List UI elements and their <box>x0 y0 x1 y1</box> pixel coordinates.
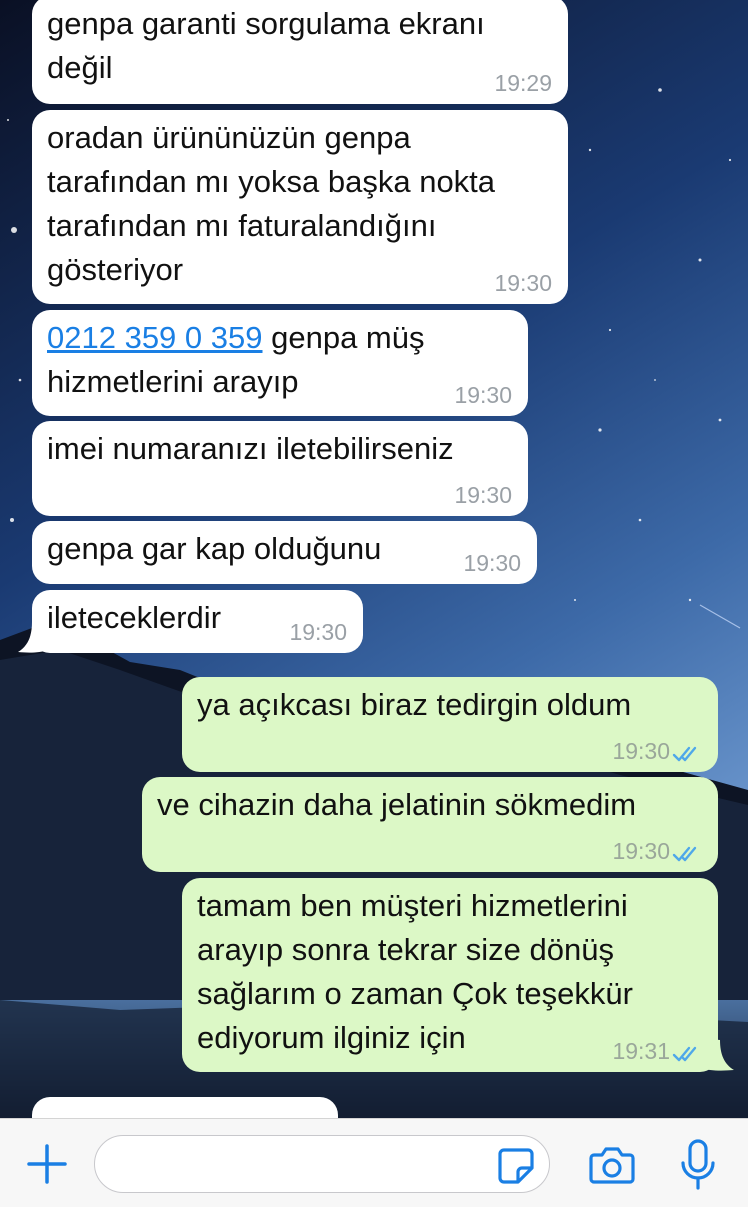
message-time: 19:31 <box>612 1038 670 1064</box>
outgoing-message[interactable]: ya açıkcası biraz tedirgin oldum 19:30 <box>182 677 718 772</box>
phone-number-link[interactable]: 0212 359 0 359 <box>47 320 263 355</box>
camera-icon[interactable] <box>588 1143 636 1187</box>
incoming-message[interactable]: 0212 359 0 359 genpa müş hizmetlerini ar… <box>32 310 528 416</box>
message-text: oradan ürününüzün genpa tarafından mı yo… <box>47 120 496 287</box>
message-time: 19:30 <box>612 738 670 764</box>
message-time: 19:30 <box>463 550 521 576</box>
incoming-message[interactable]: oradan ürününüzün genpa tarafından mı yo… <box>32 110 568 304</box>
message-composer <box>0 1118 748 1207</box>
read-double-check-icon <box>672 746 697 762</box>
message-text: tamam ben müşteri hizmetlerini arayıp so… <box>197 888 633 1055</box>
read-double-check-icon <box>672 1046 697 1062</box>
incoming-message[interactable]: imei numaranızı iletebilirseniz 19:30 <box>32 421 528 516</box>
message-time: 19:30 <box>612 838 670 864</box>
outgoing-message[interactable]: tamam ben müşteri hizmetlerini arayıp so… <box>182 878 718 1072</box>
message-text: genpa garanti sorgulama ekranı değil <box>47 6 485 85</box>
incoming-message-partial[interactable] <box>32 1097 338 1118</box>
incoming-message[interactable]: ileteceklerdir 19:30 <box>32 590 363 653</box>
sticker-icon[interactable] <box>496 1146 536 1186</box>
message-time: 19:29 <box>494 70 552 96</box>
incoming-message[interactable]: genpa garanti sorgulama ekranı değil 19:… <box>32 0 568 104</box>
message-time: 19:30 <box>454 482 512 508</box>
message-time: 19:30 <box>494 270 552 296</box>
message-time: 19:30 <box>289 619 347 645</box>
message-text: genpa gar kap olduğunu <box>47 531 382 566</box>
message-text: imei numaranızı iletebilirseniz <box>47 431 454 466</box>
microphone-icon[interactable] <box>678 1139 718 1191</box>
message-input[interactable] <box>94 1135 550 1193</box>
plus-icon[interactable] <box>26 1143 68 1185</box>
message-list[interactable]: genpa garanti sorgulama ekranı değil 19:… <box>0 0 748 1118</box>
message-text: ve cihazin daha jelatinin sökmedim <box>157 787 637 822</box>
read-double-check-icon <box>672 846 697 862</box>
message-time: 19:30 <box>454 382 512 408</box>
message-text: ileteceklerdir <box>47 600 222 635</box>
message-text: ya açıkcası biraz tedirgin oldum <box>197 687 632 722</box>
incoming-message[interactable]: genpa gar kap olduğunu 19:30 <box>32 521 537 584</box>
outgoing-message[interactable]: ve cihazin daha jelatinin sökmedim 19:30 <box>142 777 718 872</box>
